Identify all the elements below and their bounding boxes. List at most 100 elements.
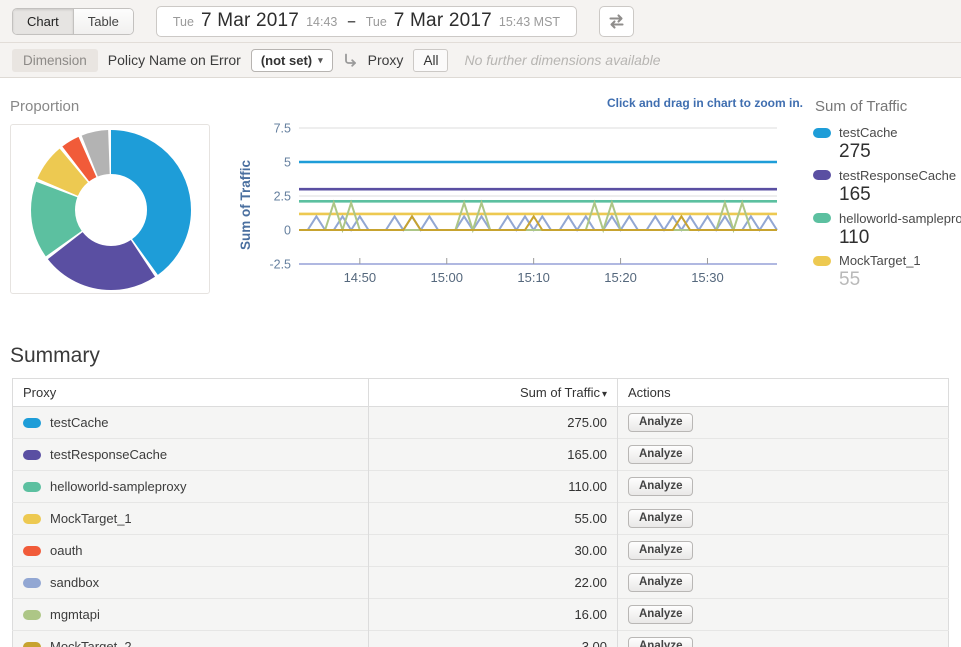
summary-title: Summary [10, 344, 949, 368]
legend-swatch-icon [813, 128, 831, 138]
analyze-button-MockTarget_2[interactable]: Analyze [628, 637, 693, 647]
chart-view-button[interactable]: Chart [13, 9, 73, 34]
table-row-testCache: testCache275.00Analyze [13, 407, 949, 439]
y-tick-0: 0 [284, 224, 291, 238]
end-day: Tue [366, 15, 387, 29]
traffic-value: 30.00 [369, 535, 618, 567]
legend-item-testCache[interactable]: testCache275 [813, 125, 961, 164]
dimension-bar: Dimension Policy Name on Error (not set)… [0, 43, 961, 78]
legend-item-MockTarget_1[interactable]: MockTarget_155 [813, 253, 961, 292]
legend-name: helloworld-sampleproxy [839, 211, 961, 226]
traffic-line-chart[interactable]: 7.552.50-2.514:5015:0015:1015:2015:30 [253, 112, 783, 304]
table-row-oauth: oauth 30.00 Analyze [13, 535, 949, 567]
proxy-name: sandbox [50, 575, 99, 590]
start-time: 14:43 [306, 15, 337, 29]
proxy-name: MockTarget_2 [50, 639, 132, 647]
proportion-title: Proportion [10, 98, 210, 115]
proxy-name: oauth [50, 543, 83, 558]
zoom-hint-text: Click and drag in chart to zoom in. [238, 90, 813, 112]
refresh-button[interactable] [599, 6, 634, 37]
dimension-name: Policy Name on Error [108, 52, 241, 68]
analyze-button-MockTarget_1[interactable]: Analyze [628, 509, 693, 528]
proportion-donut-chart[interactable] [11, 125, 211, 293]
charts-section: Proportion Click and drag in chart to zo… [0, 78, 961, 304]
table-row-testResponseCache: testResponseCache 165.00 Analyze [13, 439, 949, 471]
proxy-name: testCache [50, 415, 109, 430]
legend-value: 110 [839, 226, 961, 250]
drilldown-dimension: Proxy [368, 52, 404, 68]
proxy-swatch-icon [23, 514, 41, 524]
proportion-donut-card [10, 124, 210, 294]
proxy-name: testResponseCache [50, 447, 167, 462]
proxy-swatch-icon [23, 610, 41, 620]
dimension-value-dropdown[interactable]: (not set) ▾ [251, 49, 333, 72]
proxy-swatch-icon [23, 642, 41, 647]
analyze-button-sandbox[interactable]: Analyze [628, 573, 693, 592]
legend-name: MockTarget_1 [839, 253, 921, 268]
proxy-swatch-icon [23, 546, 41, 556]
proxy-swatch-icon [23, 418, 41, 428]
chevron-down-icon: ▾ [318, 55, 323, 66]
proxy-name: MockTarget_1 [50, 511, 132, 526]
start-date: 7 Mar 2017 [201, 10, 299, 32]
proxy-swatch-icon [23, 450, 41, 460]
legend-title: Sum of Traffic [815, 98, 961, 115]
traffic-value: 3.00 [369, 631, 618, 647]
date-range-separator: – [344, 13, 358, 30]
x-tick-15:10: 15:10 [517, 270, 550, 285]
drilldown-arrow-icon [343, 53, 358, 67]
legend-item-testResponseCache[interactable]: testResponseCache165 [813, 168, 961, 207]
table-row-mgmtapi: mgmtapi 16.00 Analyze [13, 599, 949, 631]
analyze-button-testResponseCache[interactable]: Analyze [628, 445, 693, 464]
analyze-button-helloworld-sampleproxy[interactable]: Analyze [628, 477, 693, 496]
traffic-value: 22.00 [369, 567, 618, 599]
traffic-value: 55.00 [369, 503, 618, 535]
y-tick-7.5: 7.5 [274, 122, 291, 136]
table-row-sandbox: sandbox 22.00 Analyze [13, 567, 949, 599]
end-time: 15:43 MST [499, 15, 560, 29]
proxy-swatch-icon [23, 578, 41, 588]
proxy-name: mgmtapi [50, 607, 100, 622]
legend-value: 165 [839, 183, 961, 207]
summary-header-row: Proxy Sum of Traffic▾ Actions [13, 379, 949, 407]
no-dimensions-note: No further dimensions available [464, 52, 660, 68]
legend-items: testCache275 testResponseCache165 hellowor… [813, 125, 961, 292]
proportion-panel: Proportion [10, 90, 210, 304]
summary-table: Proxy Sum of Traffic▾ Actions testCache2… [12, 378, 949, 647]
y-tick-2.5: 2.5 [274, 190, 291, 204]
legend-swatch-icon [813, 256, 831, 266]
legend-swatch-icon [813, 213, 831, 223]
dimension-label: Dimension [12, 49, 98, 72]
end-date: 7 Mar 2017 [394, 10, 492, 32]
analyze-button-testCache[interactable]: Analyze [628, 413, 693, 432]
analyze-button-mgmtapi[interactable]: Analyze [628, 605, 693, 624]
legend-value: 55 [839, 268, 961, 292]
x-tick-15:20: 15:20 [604, 270, 637, 285]
legend-swatch-icon [813, 170, 831, 180]
dimension-value: (not set) [261, 53, 312, 68]
drilldown-value-button[interactable]: All [413, 49, 448, 72]
legend-item-helloworld-sampleproxy[interactable]: helloworld-sampleproxy110 [813, 211, 961, 250]
x-tick-14:50: 14:50 [344, 270, 377, 285]
y-tick-5: 5 [284, 156, 291, 170]
y-axis-label: Sum of Traffic [238, 160, 253, 250]
table-row-MockTarget_2: MockTarget_2 3.00 Analyze [13, 631, 949, 647]
proxy-name: helloworld-sampleproxy [50, 479, 187, 494]
y-tick--2.5: -2.5 [269, 258, 291, 272]
legend-panel: Sum of Traffic testCache275 testResponseC… [813, 90, 961, 304]
traffic-value: 165.00 [369, 439, 618, 471]
table-row-MockTarget_1: MockTarget_1 55.00 Analyze [13, 503, 949, 535]
x-tick-15:30: 15:30 [691, 270, 724, 285]
legend-name: testResponseCache [839, 168, 956, 183]
top-toolbar: Chart Table Tue 7 Mar 2017 14:43 – Tue 7… [0, 0, 961, 43]
sort-desc-icon: ▾ [602, 389, 607, 400]
date-range-button[interactable]: Tue 7 Mar 2017 14:43 – Tue 7 Mar 2017 15… [156, 6, 577, 37]
table-view-button[interactable]: Table [73, 9, 133, 34]
legend-name: testCache [839, 125, 898, 140]
refresh-icon [608, 14, 625, 29]
traffic-value: 110.00 [369, 471, 618, 503]
analyze-button-oauth[interactable]: Analyze [628, 541, 693, 560]
column-header-proxy[interactable]: Proxy [13, 379, 369, 407]
column-header-sum-of-traffic[interactable]: Sum of Traffic▾ [369, 379, 618, 407]
traffic-value: 16.00 [369, 599, 618, 631]
